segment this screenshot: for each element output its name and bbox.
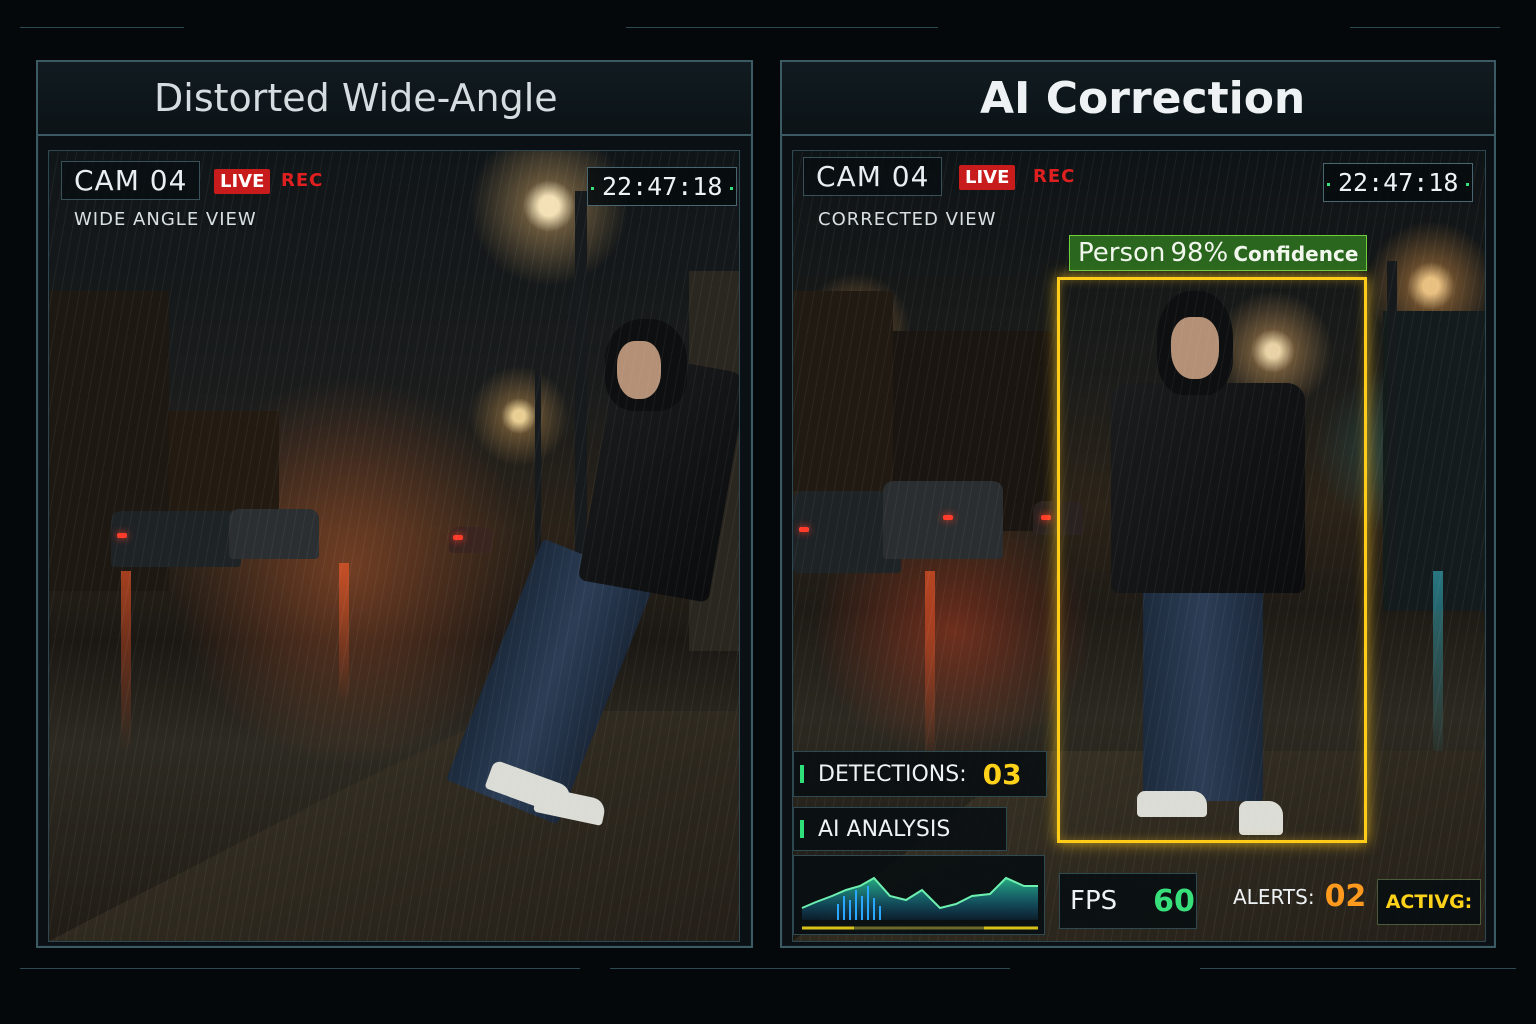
person-bounding-box[interactable] [1057, 277, 1367, 843]
view-mode-label: WIDE ANGLE VIEW [74, 209, 257, 230]
status-text: ACTIVG: [1385, 891, 1473, 913]
detections-label: DETECTIONS: [818, 761, 967, 787]
car [229, 509, 319, 559]
building [1383, 311, 1485, 611]
alerts-label: ALERTS: [1233, 884, 1315, 909]
frame-line-bottom-mid [610, 968, 1010, 969]
light-reflection [339, 563, 349, 703]
status-bar-icon [800, 765, 804, 783]
camera-feed-wide: CAM 04 LIVE REC WIDE ANGLE VIEW 22:47:18 [48, 150, 740, 942]
light-reflection [1433, 571, 1443, 771]
detection-suffix: Confidence [1233, 242, 1359, 266]
rec-indicator: REC [1033, 166, 1076, 187]
status-bar-icon [800, 820, 804, 838]
frame-line-top-mid [626, 27, 938, 28]
detection-class: Person [1078, 238, 1166, 268]
panel-title: AI Correction [980, 72, 1306, 124]
light-reflection [121, 571, 131, 751]
confidence-tag: Person 98% Confidence [1069, 235, 1368, 271]
car [883, 481, 1003, 559]
panel-title: Distorted Wide-Angle [154, 76, 558, 120]
timestamp-text: 22:47:18 [602, 172, 723, 201]
car [449, 527, 493, 553]
analysis-graph-icon [801, 876, 1038, 930]
person-face [617, 341, 661, 399]
ai-analysis-label: AI ANALYSIS [818, 816, 951, 842]
fps-value: 60 [1153, 883, 1195, 919]
panel-title-bar: AI Correction [782, 62, 1494, 136]
building [793, 291, 893, 491]
analysis-graph [793, 855, 1045, 935]
corrected-panel: AI Correction Person 98% Confidence CAM … [780, 60, 1496, 948]
live-badge: LIVE [214, 169, 271, 194]
fps-counter: FPS 60 [1059, 873, 1197, 929]
ai-analysis-header: AI ANALYSIS [793, 807, 1007, 851]
alerts-value: 02 [1324, 879, 1367, 914]
distorted-panel: Distorted Wide-Angle CAM 04 LIVE REC WID… [36, 60, 753, 948]
frame-line-bottom-right [1200, 968, 1516, 969]
detection-percent: 98% [1170, 238, 1229, 268]
sidewalk [49, 711, 739, 941]
detections-counter: DETECTIONS: 03 [793, 751, 1047, 797]
frame-line-top [20, 27, 184, 28]
view-mode-label: CORRECTED VIEW [818, 209, 997, 230]
timestamp-text: 22:47:18 [1338, 168, 1459, 197]
fps-label: FPS [1070, 886, 1118, 916]
detections-value: 03 [982, 757, 1022, 791]
timestamp: 22:47:18 [587, 167, 738, 206]
camera-id-label: CAM 04 [61, 161, 201, 200]
status-indicator: ACTIVG: [1377, 879, 1481, 925]
camera-id-label: CAM 04 [803, 157, 943, 196]
street-pole [1387, 261, 1397, 601]
light-reflection [925, 571, 935, 771]
frame-line-bottom [20, 968, 580, 969]
car [111, 511, 241, 567]
alerts-counter: ALERTS: 02 [1233, 879, 1366, 914]
rec-indicator: REC [281, 170, 324, 191]
panel-title-bar: Distorted Wide-Angle [38, 62, 751, 136]
live-badge: LIVE [959, 165, 1016, 190]
timestamp: 22:47:18 [1323, 163, 1474, 202]
frame-line-top-right [1350, 27, 1500, 28]
camera-feed-corrected: Person 98% Confidence CAM 04 LIVE REC CO… [792, 150, 1486, 942]
